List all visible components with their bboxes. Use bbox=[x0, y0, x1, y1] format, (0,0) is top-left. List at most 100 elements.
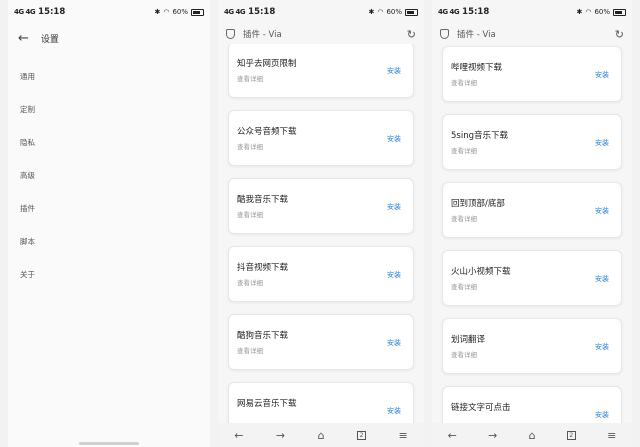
plugin-detail-link[interactable]: 查看详细 bbox=[451, 213, 477, 223]
install-button[interactable]: 安装 bbox=[387, 406, 401, 416]
battery-percent: 60% bbox=[172, 8, 188, 16]
settings-item-advanced[interactable]: 高级 bbox=[20, 159, 210, 192]
install-button[interactable]: 安装 bbox=[595, 342, 609, 352]
plugin-detail-link[interactable]: 查看详细 bbox=[237, 73, 263, 83]
wifi-icon: ◠ bbox=[377, 8, 384, 16]
settings-header: ← 设置 bbox=[8, 26, 210, 50]
shield-icon bbox=[440, 29, 449, 39]
install-button[interactable]: 安装 bbox=[595, 410, 609, 420]
plugin-name: 网易云音乐下载 bbox=[237, 399, 297, 409]
status-time: 15:18 bbox=[462, 7, 490, 17]
home-indicator bbox=[79, 442, 139, 445]
plugin-card: 知乎去网页限制 查看详细 安装 bbox=[228, 42, 414, 98]
settings-item-general[interactable]: 通用 bbox=[20, 60, 210, 93]
tabs-icon[interactable]: 2 bbox=[566, 430, 576, 440]
plugin-name: 公众号音频下载 bbox=[237, 127, 297, 137]
plugin-card: 抖音视频下载 查看详细 安装 bbox=[228, 246, 414, 302]
plugin-detail-link[interactable]: 查看详细 bbox=[237, 209, 263, 219]
plugins-screen-1: 4G 4G 15:18 ✱ ◠ 60% 插件 - Via ↻ 知乎去网页限制 查… bbox=[218, 0, 424, 447]
plugin-name: 划词翻译 bbox=[451, 335, 486, 345]
via-title: 插件 - Via bbox=[457, 30, 496, 40]
settings-item-plugins[interactable]: 插件 bbox=[20, 192, 210, 225]
plugin-name: 哔哩视频下载 bbox=[451, 63, 503, 73]
via-header: 插件 - Via ↻ bbox=[218, 24, 424, 44]
install-button[interactable]: 安装 bbox=[387, 338, 401, 348]
via-title: 插件 - Via bbox=[243, 30, 282, 40]
plugin-name: 5sing音乐下载 bbox=[451, 131, 508, 141]
plugin-name: 回到顶部/底部 bbox=[451, 199, 505, 209]
home-icon[interactable]: ⌂ bbox=[318, 429, 325, 442]
plugin-name: 抖音视频下载 bbox=[237, 263, 289, 273]
settings-item-privacy[interactable]: 隐私 bbox=[20, 126, 210, 159]
plugin-card: 火山小视频下载 查看详细 安装 bbox=[442, 250, 622, 306]
battery-percent: 60% bbox=[594, 8, 610, 16]
install-button[interactable]: 安装 bbox=[387, 134, 401, 144]
status-bar: 4G 4G 15:18 ✱ ◠ 60% bbox=[8, 0, 210, 24]
plugin-card: 划词翻译 查看详细 安装 bbox=[442, 318, 622, 374]
plugin-name: 链接文字可点击 bbox=[451, 403, 511, 413]
plugin-detail-link[interactable]: 查看详细 bbox=[237, 141, 263, 151]
settings-screen: 4G 4G 15:18 ✱ ◠ 60% ← 设置 通用 定制 隐私 高级 插件 … bbox=[8, 0, 210, 447]
plugin-detail-link[interactable]: 查看详细 bbox=[451, 77, 477, 87]
tabs-icon[interactable]: 2 bbox=[357, 430, 367, 440]
install-button[interactable]: 安装 bbox=[595, 70, 609, 80]
bluetooth-icon: ✱ bbox=[154, 8, 161, 16]
install-button[interactable]: 安装 bbox=[387, 202, 401, 212]
via-header: 插件 - Via ↻ bbox=[432, 24, 632, 44]
plugin-card: 回到顶部/底部 查看详细 安装 bbox=[442, 182, 622, 238]
browser-bottom-bar: ← → ⌂ 2 ≡ bbox=[218, 423, 424, 447]
battery-icon bbox=[405, 8, 418, 16]
signal-indicator: 4G 4G bbox=[438, 8, 460, 16]
plugin-card: 哔哩视频下载 查看详细 安装 bbox=[442, 46, 622, 102]
status-bar: 4G 4G 15:18 ✱ ◠ 60% bbox=[218, 0, 424, 24]
install-button[interactable]: 安装 bbox=[595, 274, 609, 284]
plugin-detail-link[interactable]: 查看详细 bbox=[451, 281, 477, 291]
refresh-icon[interactable]: ↻ bbox=[407, 28, 416, 41]
plugins-screen-2: 4G 4G 15:18 ✱ ◠ 60% 插件 - Via ↻ 哔哩视频下载 查看… bbox=[432, 0, 632, 447]
battery-icon bbox=[191, 8, 204, 16]
plugin-detail-link[interactable]: 查看详细 bbox=[237, 345, 263, 355]
status-bar: 4G 4G 15:18 ✱ ◠ 60% bbox=[432, 0, 632, 24]
signal-indicator: 4G 4G bbox=[224, 8, 246, 16]
plugin-detail-link[interactable]: 查看详细 bbox=[237, 277, 263, 287]
plugin-detail-link[interactable]: 查看详细 bbox=[451, 349, 477, 359]
forward-arrow-icon[interactable]: → bbox=[488, 429, 497, 442]
bluetooth-icon: ✱ bbox=[368, 8, 375, 16]
plugin-card: 酷狗音乐下载 查看详细 安装 bbox=[228, 314, 414, 370]
settings-item-scripts[interactable]: 脚本 bbox=[20, 225, 210, 258]
plugin-name: 火山小视频下载 bbox=[451, 267, 511, 277]
install-button[interactable]: 安装 bbox=[595, 138, 609, 148]
install-button[interactable]: 安装 bbox=[387, 66, 401, 76]
plugin-name: 知乎去网页限制 bbox=[237, 59, 297, 69]
bluetooth-icon: ✱ bbox=[576, 8, 583, 16]
browser-bottom-bar: ← → ⌂ 2 ≡ bbox=[432, 423, 632, 447]
plugin-detail-link[interactable]: 查看详细 bbox=[451, 145, 477, 155]
settings-list: 通用 定制 隐私 高级 插件 脚本 关于 bbox=[20, 60, 210, 291]
battery-icon bbox=[613, 8, 626, 16]
plugin-card: 公众号音频下载 查看详细 安装 bbox=[228, 110, 414, 166]
plugin-card: 5sing音乐下载 查看详细 安装 bbox=[442, 114, 622, 170]
status-time: 15:18 bbox=[38, 7, 66, 17]
back-arrow-icon[interactable]: ← bbox=[448, 429, 457, 442]
forward-arrow-icon[interactable]: → bbox=[276, 429, 285, 442]
shield-icon bbox=[226, 29, 235, 39]
menu-icon[interactable]: ≡ bbox=[399, 429, 408, 442]
install-button[interactable]: 安装 bbox=[595, 206, 609, 216]
settings-item-customize[interactable]: 定制 bbox=[20, 93, 210, 126]
status-time: 15:18 bbox=[248, 7, 276, 17]
page-title: 设置 bbox=[40, 34, 59, 45]
home-icon[interactable]: ⌂ bbox=[529, 429, 536, 442]
wifi-icon: ◠ bbox=[585, 8, 592, 16]
refresh-icon[interactable]: ↻ bbox=[615, 28, 624, 41]
back-arrow-icon[interactable]: ← bbox=[234, 429, 243, 442]
back-arrow-icon[interactable]: ← bbox=[18, 32, 29, 45]
plugin-name: 酷我音乐下载 bbox=[237, 195, 289, 205]
settings-item-about[interactable]: 关于 bbox=[20, 258, 210, 291]
menu-icon[interactable]: ≡ bbox=[607, 429, 616, 442]
install-button[interactable]: 安装 bbox=[387, 270, 401, 280]
plugin-name: 酷狗音乐下载 bbox=[237, 331, 289, 341]
battery-percent: 60% bbox=[386, 8, 402, 16]
plugin-card: 酷我音乐下载 查看详细 安装 bbox=[228, 178, 414, 234]
signal-indicator: 4G 4G bbox=[14, 8, 36, 16]
wifi-icon: ◠ bbox=[163, 8, 170, 16]
